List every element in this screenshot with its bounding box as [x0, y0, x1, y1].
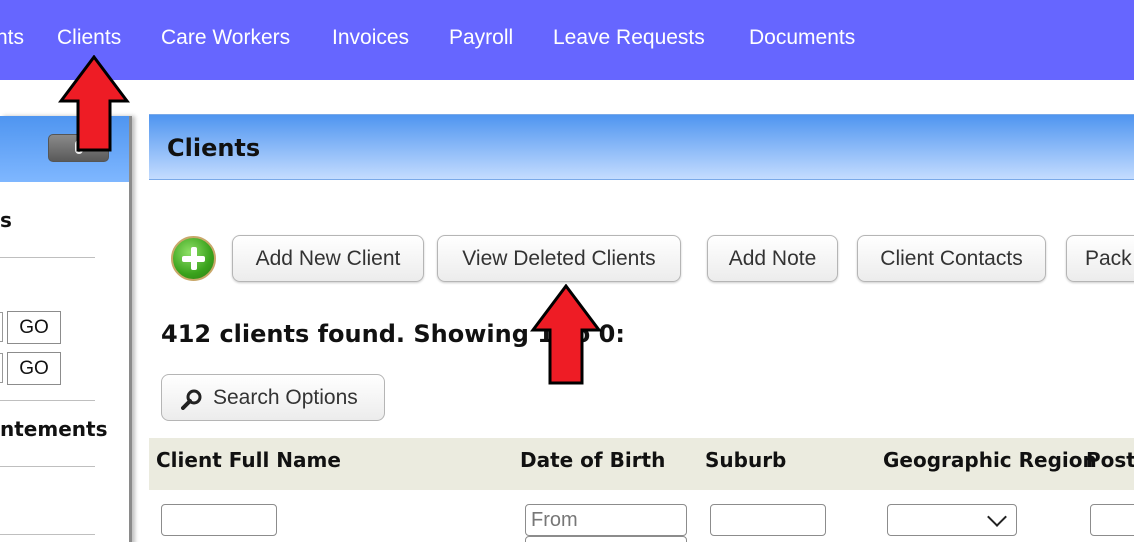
table-header: Client Full Name Date of Birth Suburb Ge… [149, 438, 1134, 490]
page-header: Clients [149, 114, 1134, 180]
top-navigation-bar: nts Clients Care Workers Invoices Payrol… [0, 0, 1134, 80]
add-note-button[interactable]: Add Note [707, 235, 838, 282]
sidebar-divider [0, 400, 95, 401]
go-button[interactable]: GO [7, 311, 61, 344]
client-name-filter-input[interactable] [161, 504, 277, 536]
column-header-date-of-birth[interactable]: Date of Birth [520, 448, 665, 472]
sidebar-search-input[interactable] [0, 312, 3, 342]
column-header-postcode[interactable]: Postc [1086, 448, 1134, 472]
page-title: Clients [167, 134, 261, 162]
nav-item-clients[interactable]: Clients [57, 26, 121, 50]
client-contacts-button[interactable]: Client Contacts [857, 235, 1046, 282]
nav-item-invoices[interactable]: Invoices [332, 26, 409, 50]
sidebar: s GO GO ntements [0, 116, 132, 542]
nav-item-payroll[interactable]: Payroll [449, 26, 513, 50]
sidebar-search-input-2[interactable] [0, 353, 3, 383]
search-icon [181, 389, 202, 410]
dob-to-input[interactable] [525, 536, 687, 542]
go-button-2[interactable]: GO [7, 352, 61, 385]
sidebar-divider [0, 534, 95, 535]
nav-item-care-workers[interactable]: Care Workers [161, 26, 290, 50]
add-plus-icon[interactable] [171, 236, 216, 281]
geographic-region-select[interactable] [887, 504, 1017, 536]
sidebar-divider [0, 257, 95, 258]
suburb-filter-input[interactable] [710, 504, 826, 536]
postcode-filter-input[interactable] [1090, 504, 1134, 536]
pack-button[interactable]: Pack [1066, 235, 1134, 282]
red-arrow-up-icon [58, 55, 130, 152]
dob-from-input[interactable]: From [525, 504, 687, 536]
view-deleted-clients-button[interactable]: View Deleted Clients [437, 235, 681, 282]
add-new-client-button[interactable]: Add New Client [232, 235, 424, 282]
column-header-client-full-name[interactable]: Client Full Name [156, 448, 341, 472]
sidebar-item-statements[interactable]: ntements [0, 417, 107, 441]
red-arrow-up-icon [530, 284, 602, 385]
chevron-down-icon [987, 507, 1007, 527]
column-header-geographic-region[interactable]: Geographic Region [883, 448, 1097, 472]
nav-item-leave-requests[interactable]: Leave Requests [553, 26, 705, 50]
sidebar-divider [0, 466, 95, 467]
search-options-button[interactable]: Search Options [161, 374, 385, 421]
search-options-label: Search Options [213, 386, 358, 409]
nav-item-documents[interactable]: Documents [749, 26, 855, 50]
column-header-suburb[interactable]: Suburb [705, 448, 786, 472]
sidebar-section-heading: s [0, 208, 12, 232]
nav-item-partial[interactable]: nts [0, 26, 24, 50]
